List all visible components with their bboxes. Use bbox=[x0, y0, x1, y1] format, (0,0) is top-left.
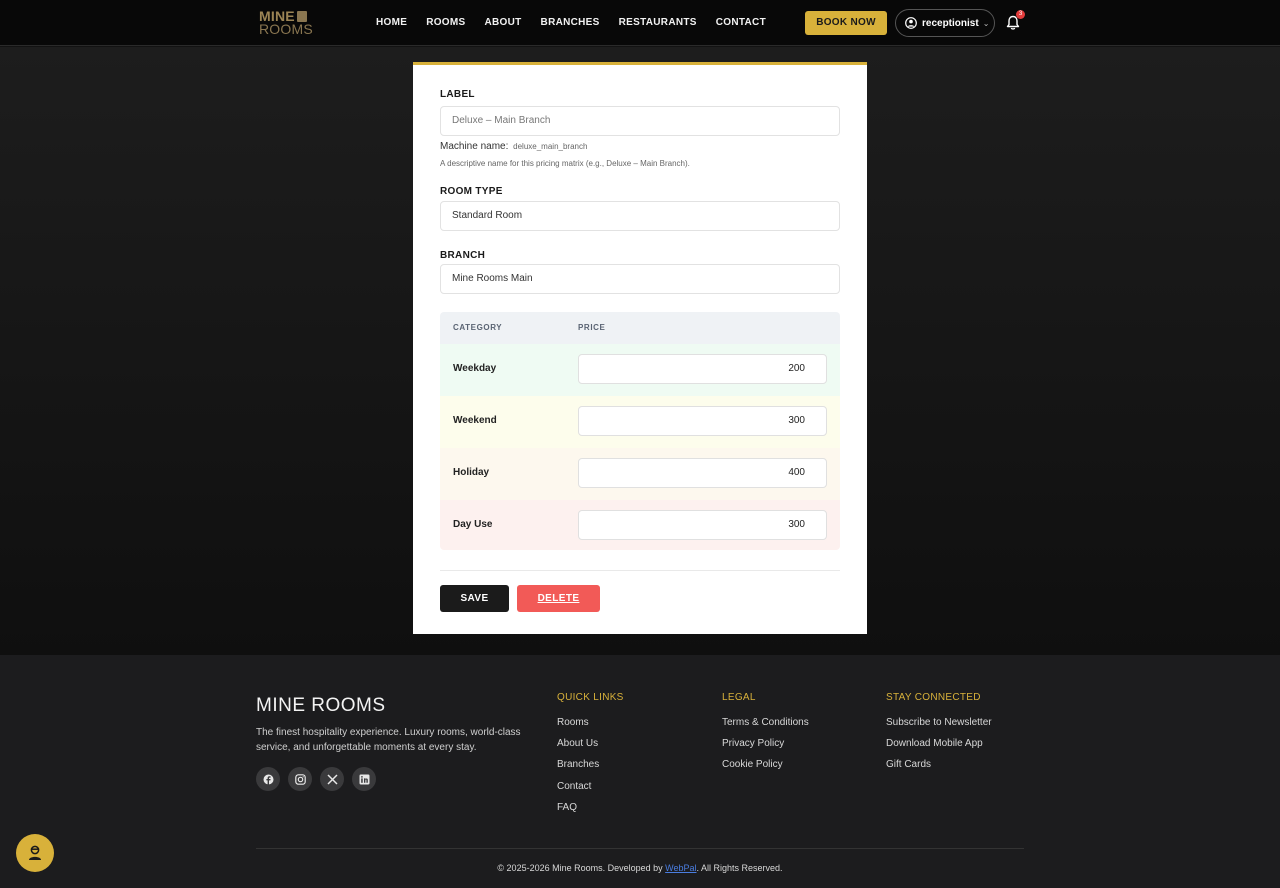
nav-branches[interactable]: BRANCHES bbox=[541, 17, 600, 29]
pricing-row-weekend: Weekend 300 bbox=[440, 396, 840, 448]
form-divider bbox=[440, 570, 840, 571]
category-label: Holiday bbox=[453, 467, 490, 478]
copyright: © 2025-2026 Mine Rooms. Developed by Web… bbox=[0, 863, 1280, 873]
label-input[interactable]: Deluxe – Main Branch bbox=[440, 106, 840, 136]
machine-name: Machine name: deluxe_main_branch bbox=[440, 141, 587, 152]
door-icon bbox=[297, 11, 307, 22]
price-input[interactable]: 300 bbox=[578, 406, 827, 436]
price-input[interactable]: 200 bbox=[578, 354, 827, 384]
save-button[interactable]: SAVE bbox=[440, 585, 509, 612]
footer-link-rooms[interactable]: Rooms bbox=[557, 717, 589, 728]
category-label: Day Use bbox=[453, 519, 493, 530]
top-navbar: MINE ROOMS HOME ROOMS ABOUT BRANCHES RES… bbox=[0, 0, 1280, 46]
label-help-text: A descriptive name for this pricing matr… bbox=[440, 159, 690, 168]
user-circle-icon bbox=[905, 17, 917, 29]
pricing-table-header: CATEGORY PRICE bbox=[440, 312, 840, 344]
footer-link-cookie[interactable]: Cookie Policy bbox=[722, 759, 783, 770]
col-category: CATEGORY bbox=[453, 323, 503, 332]
concierge-icon bbox=[29, 845, 41, 860]
footer-link-contact[interactable]: Contact bbox=[557, 781, 591, 792]
developer-link[interactable]: WebPal bbox=[665, 863, 696, 873]
footer-link-branches[interactable]: Branches bbox=[557, 759, 599, 770]
site-logo[interactable]: MINE ROOMS bbox=[259, 9, 319, 38]
concierge-chat-button[interactable] bbox=[16, 834, 54, 872]
footer-link-faq[interactable]: FAQ bbox=[557, 802, 577, 813]
label-field-title: LABEL bbox=[440, 89, 475, 100]
footer-tagline: The finest hospitality experience. Luxur… bbox=[256, 727, 521, 753]
room-type-title: ROOM TYPE bbox=[440, 186, 503, 197]
logo-line-2: ROOMS bbox=[259, 21, 313, 37]
category-label: Weekday bbox=[453, 363, 497, 374]
pricing-table: CATEGORY PRICE Weekday 200 Weekend 300 H… bbox=[440, 312, 840, 550]
machine-name-label: Machine name: bbox=[440, 141, 509, 152]
linkedin-icon[interactable] bbox=[352, 767, 376, 791]
nav-restaurants[interactable]: RESTAURANTS bbox=[619, 17, 697, 29]
quick-links-title: QUICK LINKS bbox=[557, 692, 624, 703]
pricing-row-weekday: Weekday 200 bbox=[440, 344, 840, 396]
book-now-button[interactable]: BOOK NOW bbox=[805, 11, 887, 35]
notification-badge: 3 bbox=[1016, 10, 1025, 19]
delete-button[interactable]: DELETE bbox=[517, 585, 600, 612]
x-twitter-icon[interactable] bbox=[320, 767, 344, 791]
col-price: PRICE bbox=[578, 323, 606, 332]
footer-divider bbox=[256, 848, 1024, 849]
pricing-form-card: LABEL Deluxe – Main Branch Machine name:… bbox=[413, 62, 867, 634]
user-name: receptionist bbox=[922, 17, 979, 29]
legal-title: LEGAL bbox=[722, 692, 756, 703]
nav-home[interactable]: HOME bbox=[376, 17, 407, 29]
nav-rooms[interactable]: ROOMS bbox=[426, 17, 465, 29]
footer-brand: MINE ROOMS bbox=[256, 695, 386, 716]
footer-link-newsletter[interactable]: Subscribe to Newsletter bbox=[886, 717, 992, 728]
branch-title: BRANCH bbox=[440, 250, 486, 261]
nav-about[interactable]: ABOUT bbox=[484, 17, 521, 29]
nav-contact[interactable]: CONTACT bbox=[716, 17, 766, 29]
copyright-prefix: © 2025-2026 Mine Rooms. Developed by bbox=[497, 863, 666, 873]
pricing-row-day-use: Day Use 300 bbox=[440, 500, 840, 550]
machine-name-value: deluxe_main_branch bbox=[513, 142, 588, 151]
price-input[interactable]: 300 bbox=[578, 510, 827, 540]
copyright-suffix: . All Rights Reserved. bbox=[696, 863, 783, 873]
price-input[interactable]: 400 bbox=[578, 458, 827, 488]
room-type-select[interactable]: Standard Room bbox=[440, 201, 840, 231]
facebook-icon[interactable] bbox=[256, 767, 280, 791]
main-nav: HOME ROOMS ABOUT BRANCHES RESTAURANTS CO… bbox=[376, 17, 785, 29]
category-label: Weekend bbox=[453, 415, 497, 426]
footer-link-terms[interactable]: Terms & Conditions bbox=[722, 717, 809, 728]
branch-select[interactable]: Mine Rooms Main bbox=[440, 264, 840, 294]
footer-link-about[interactable]: About Us bbox=[557, 738, 598, 749]
stay-connected-title: STAY CONNECTED bbox=[886, 692, 981, 703]
chevron-down-icon: ⌄ bbox=[982, 18, 990, 28]
footer-link-gift-cards[interactable]: Gift Cards bbox=[886, 759, 931, 770]
instagram-icon[interactable] bbox=[288, 767, 312, 791]
pricing-row-holiday: Holiday 400 bbox=[440, 448, 840, 500]
site-footer: MINE ROOMS The finest hospitality experi… bbox=[0, 655, 1280, 888]
footer-link-mobile-app[interactable]: Download Mobile App bbox=[886, 738, 983, 749]
user-menu-button[interactable]: receptionist ⌄ bbox=[895, 9, 995, 37]
footer-link-privacy[interactable]: Privacy Policy bbox=[722, 738, 784, 749]
